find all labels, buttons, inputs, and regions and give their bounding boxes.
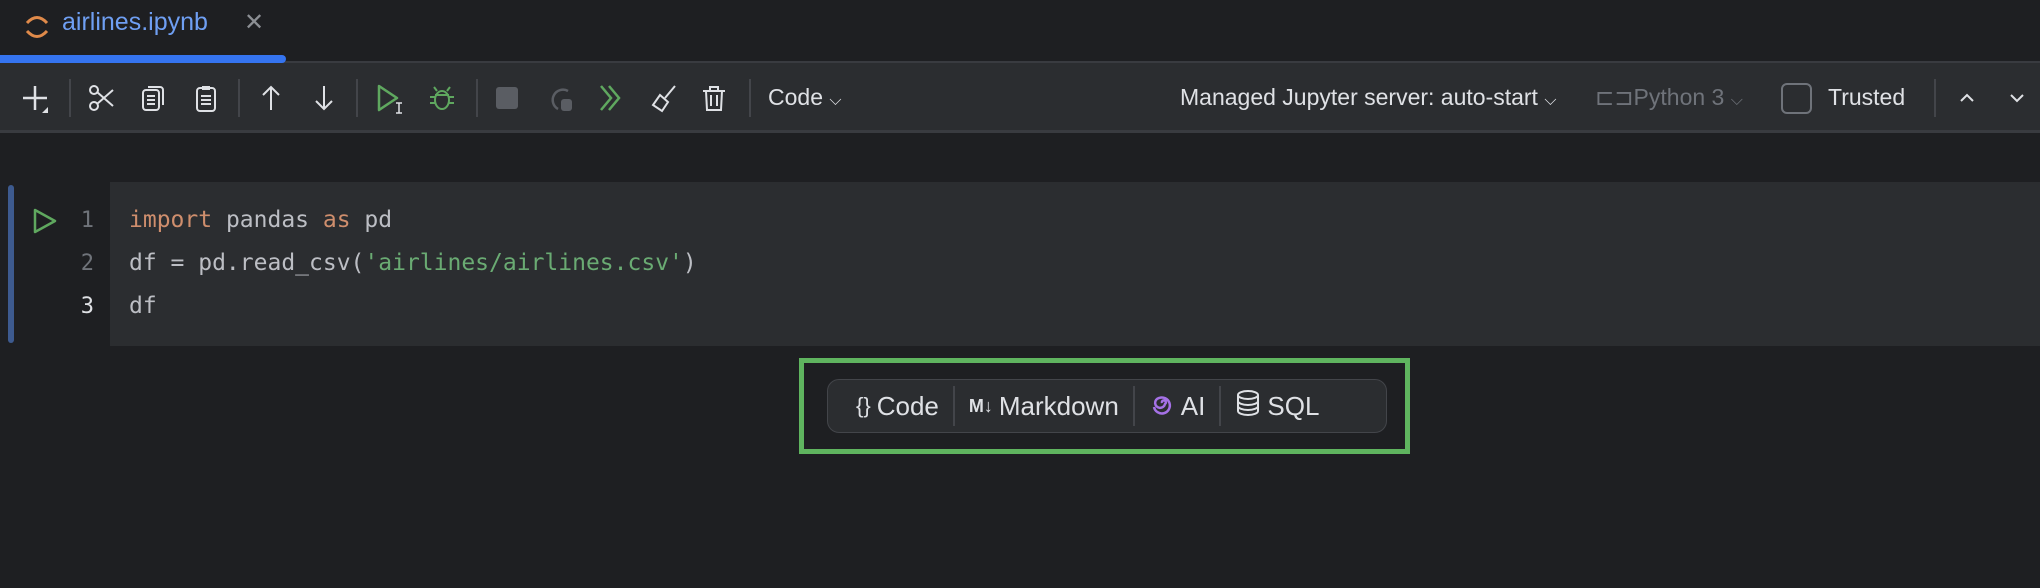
trusted-checkbox[interactable] (1781, 83, 1812, 114)
chevron-down-icon[interactable] (2000, 81, 2034, 115)
stop-icon[interactable] (490, 81, 524, 115)
code-token: df (129, 293, 157, 319)
move-up-icon[interactable] (254, 81, 288, 115)
markdown-icon: M↓ (968, 395, 993, 416)
chevron-down-icon: ⌵ (1730, 92, 1743, 109)
code-line[interactable]: df (129, 293, 157, 319)
database-icon (1235, 389, 1261, 424)
clear-outputs-icon[interactable] (646, 81, 680, 115)
tab-bar: airlines.ipynb ✕ (0, 0, 2040, 63)
code-line[interactable]: import pandas as pd (129, 207, 392, 233)
trusted-label: Trusted (1828, 84, 1906, 110)
chevron-down-icon: ⌵ (829, 92, 842, 109)
keyword-token: as (322, 207, 351, 233)
paste-icon[interactable] (189, 81, 223, 115)
add-cell-toolbar: {} Code M↓ Markdown AI SQL (827, 379, 1387, 433)
add-code-label: Code (876, 390, 939, 421)
line-number: 2 (80, 251, 94, 276)
restart-kernel-icon[interactable] (544, 81, 578, 115)
add-ai-label: AI (1180, 390, 1206, 421)
chevron-down-icon: ⌵ (1544, 92, 1557, 109)
code-line[interactable]: df = pd.read_csv('airlines/airlines.csv'… (129, 250, 697, 276)
plug-icon: ⊏⊐ (1595, 84, 1634, 110)
copy-icon[interactable] (136, 81, 170, 115)
add-ai-cell-button[interactable]: AI (1135, 386, 1220, 426)
tab-airlines[interactable]: airlines.ipynb (62, 8, 208, 37)
add-markdown-cell-button[interactable]: M↓ Markdown (955, 386, 1133, 426)
jupyter-server-dropdown[interactable]: Managed Jupyter server: auto-start ⌵ (1180, 84, 1556, 111)
jupyter-icon (22, 12, 52, 47)
code-token: ) (682, 250, 697, 276)
move-down-icon[interactable] (307, 81, 341, 115)
code-token: df = pd.read_csv( (129, 250, 365, 276)
cell-type-dropdown[interactable]: Code ⌵ (768, 84, 842, 111)
add-cell-icon[interactable] (18, 81, 52, 115)
braces-icon: {} (856, 393, 871, 418)
kernel-dropdown[interactable]: ⊏⊐Python 3 ⌵ (1595, 84, 1743, 111)
cut-icon[interactable] (84, 81, 118, 115)
server-value: Managed Jupyter server: auto-start (1180, 84, 1538, 110)
kernel-value: Python 3 (1633, 84, 1725, 110)
chevron-up-icon[interactable] (1950, 81, 1984, 115)
add-sql-cell-button[interactable]: SQL (1221, 386, 1333, 426)
add-code-cell-button[interactable]: {} Code (842, 386, 953, 426)
line-number: 1 (80, 208, 94, 233)
run-cell-icon[interactable] (373, 81, 407, 115)
notebook-toolbar: Code ⌵ Managed Jupyter server: auto-star… (0, 63, 2040, 133)
string-token: 'airlines/airlines.csv' (364, 250, 683, 276)
add-markdown-label: Markdown (998, 390, 1119, 421)
code-token: pd (350, 207, 393, 233)
keyword-token: import (129, 207, 213, 233)
active-tab-indicator (0, 55, 286, 63)
add-sql-label: SQL (1267, 390, 1320, 421)
line-number: 3 (80, 294, 94, 319)
cell-type-value: Code (768, 84, 823, 110)
ai-spiral-icon (1149, 390, 1175, 423)
cell-selection-bar (8, 185, 14, 343)
code-token: pandas (212, 207, 323, 233)
close-icon[interactable]: ✕ (244, 8, 264, 37)
run-cell-gutter-icon[interactable] (30, 206, 60, 241)
run-all-icon[interactable] (594, 81, 628, 115)
debug-icon[interactable] (425, 81, 459, 115)
delete-icon[interactable] (697, 81, 731, 115)
